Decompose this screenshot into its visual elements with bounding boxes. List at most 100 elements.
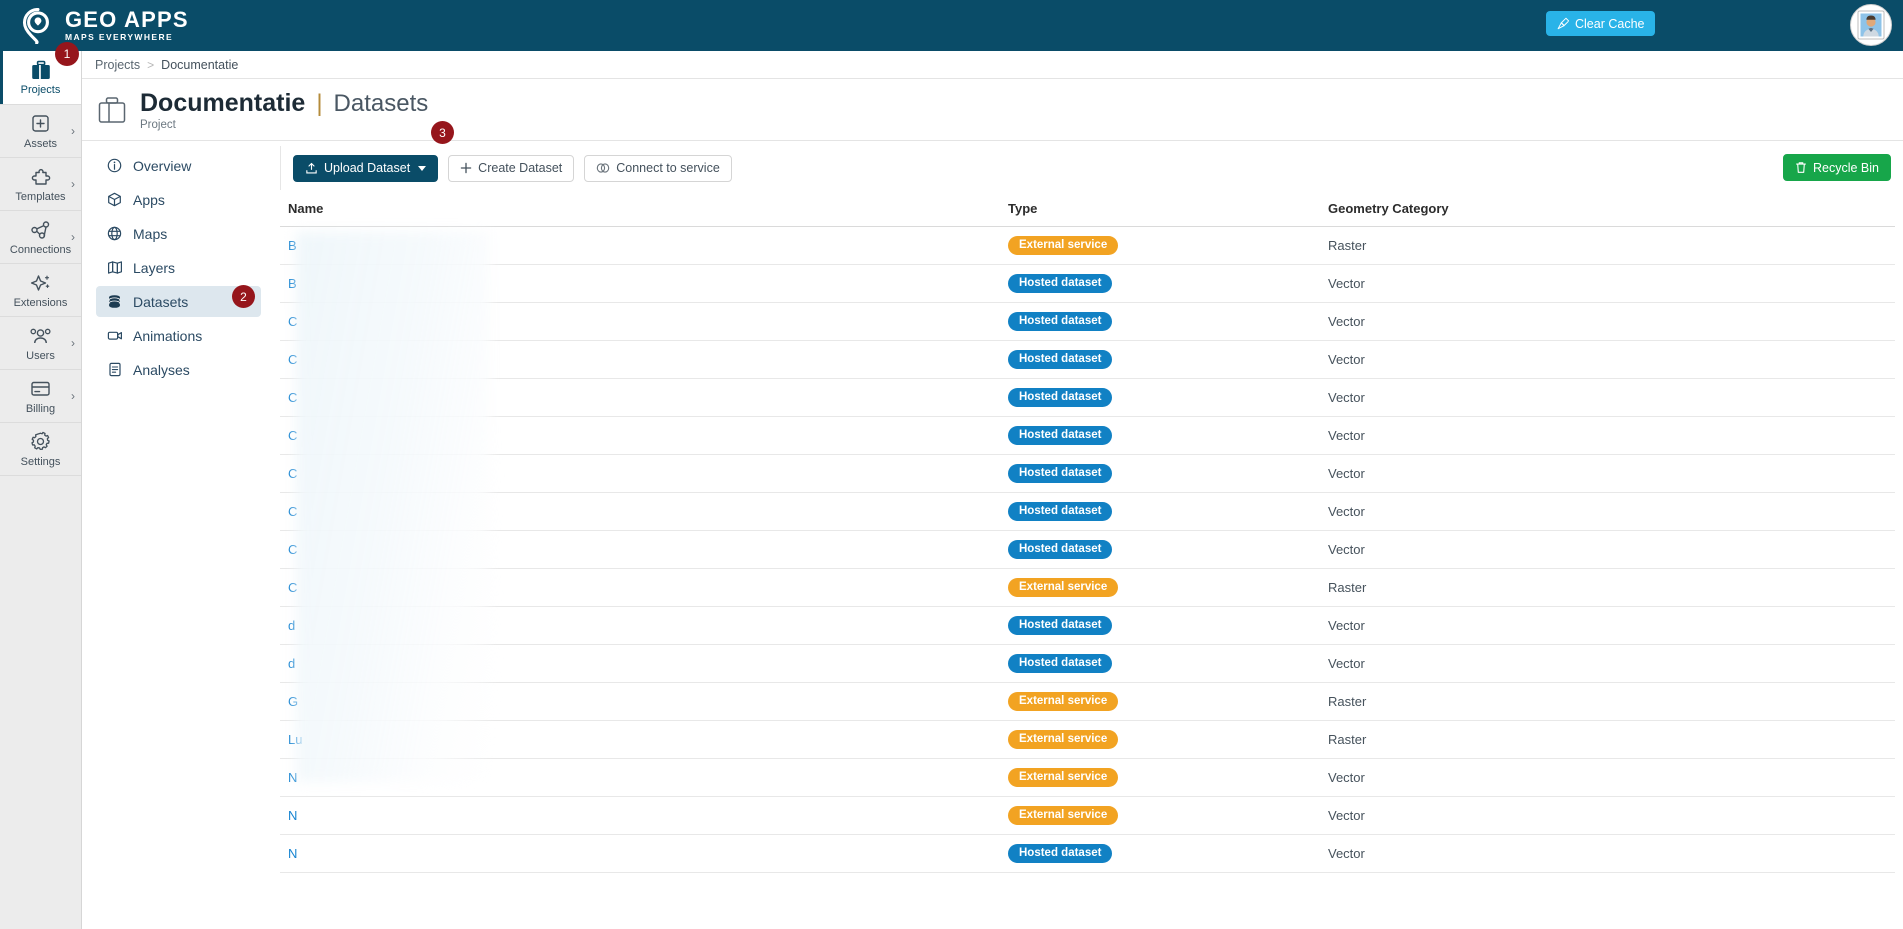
cell-type: Hosted dataset (1000, 264, 1320, 303)
breadcrumb-documentatie[interactable]: Documentatie (161, 58, 238, 72)
subnav-item-apps[interactable]: Apps (96, 184, 261, 215)
main-content: Upload Dataset Create Dataset Connect to… (272, 143, 1903, 929)
dataset-name-link[interactable]: C (288, 580, 297, 595)
dataset-name-link[interactable]: N (288, 770, 297, 785)
table-row[interactable]: C Hosted dataset Vector (280, 302, 1895, 341)
table-body: B External service Raster B Hosted dataset Ve… (280, 226, 1895, 873)
cell-name[interactable]: C (280, 492, 1000, 531)
brand-title: GEO APPS (65, 7, 189, 33)
column-header-name[interactable]: Name (280, 193, 1000, 227)
cell-name[interactable]: G (280, 682, 1000, 721)
dataset-name-link[interactable]: C (288, 314, 297, 329)
create-dataset-button[interactable]: Create Dataset (448, 154, 575, 182)
table-row[interactable]: N External service Vector (280, 796, 1895, 835)
table-row[interactable]: d Hosted dataset Vector (280, 644, 1895, 683)
upload-dataset-button[interactable]: Upload Dataset (293, 154, 439, 182)
dataset-name-link[interactable]: N (288, 846, 297, 861)
cell-type: Hosted dataset (1000, 492, 1320, 531)
cell-name[interactable]: d (280, 644, 1000, 683)
table-row[interactable]: C Hosted dataset Vector (280, 530, 1895, 569)
table-row[interactable]: G External service Raster (280, 682, 1895, 721)
cell-name[interactable]: C (280, 530, 1000, 569)
dataset-name-link[interactable]: G (288, 694, 298, 709)
table-row[interactable]: N Hosted dataset Vector (280, 834, 1895, 873)
cell-geometry-category: Vector (1320, 416, 1895, 455)
dataset-name-link[interactable]: C (288, 352, 297, 367)
table-row[interactable]: C Hosted dataset Vector (280, 454, 1895, 493)
breadcrumb-projects[interactable]: Projects (95, 58, 140, 72)
cell-geometry-category: Vector (1320, 796, 1895, 835)
cell-geometry-category: Vector (1320, 606, 1895, 645)
dataset-name-link[interactable]: C (288, 390, 297, 405)
broom-icon (1557, 17, 1570, 30)
brand-subtitle: MAPS EVERYWHERE (65, 32, 174, 43)
trash-icon (1796, 162, 1806, 173)
datasets-table-container[interactable]: Name Type Geometry Category B External se… (280, 193, 1895, 928)
table-row[interactable]: C Hosted dataset Vector (280, 340, 1895, 379)
status-badge: Hosted dataset (1008, 616, 1113, 635)
cell-name[interactable]: C (280, 416, 1000, 455)
table-row[interactable]: d Hosted dataset Vector (280, 606, 1895, 645)
sidebar-item-users[interactable]: Users › (0, 317, 81, 370)
dataset-name-link[interactable]: d (288, 656, 295, 671)
dataset-name-link[interactable]: C (288, 542, 297, 557)
brand-logo[interactable]: GEO APPS MAPS EVERYWHERE (22, 7, 189, 44)
cell-name[interactable]: C (280, 568, 1000, 607)
document-icon (105, 362, 124, 377)
table-row[interactable]: B External service Raster (280, 226, 1895, 265)
subnav-item-analyses[interactable]: Analyses (96, 354, 261, 385)
cell-name[interactable]: N (280, 796, 1000, 835)
table-row[interactable]: N External service Vector (280, 758, 1895, 797)
avatar[interactable] (1850, 4, 1892, 46)
recycle-bin-button[interactable]: Recycle Bin (1783, 154, 1891, 181)
dataset-name-link[interactable]: B (288, 238, 297, 253)
cell-name[interactable]: C (280, 340, 1000, 379)
dataset-name-link[interactable]: C (288, 504, 297, 519)
sidebar-item-connections[interactable]: Connections › (0, 211, 81, 264)
cell-type: Hosted dataset (1000, 340, 1320, 379)
dataset-name-link[interactable]: Lu (288, 732, 302, 747)
cell-name[interactable]: B (280, 264, 1000, 303)
chevron-down-icon (418, 165, 427, 171)
subnav-item-overview[interactable]: Overview (96, 150, 261, 181)
sidebar-item-assets[interactable]: Assets › (0, 105, 81, 158)
cell-type: Hosted dataset (1000, 834, 1320, 873)
table-row[interactable]: B Hosted dataset Vector (280, 264, 1895, 303)
table-row[interactable]: Lu External service Raster (280, 720, 1895, 759)
cell-name[interactable]: d (280, 606, 1000, 645)
column-header-type[interactable]: Type (1000, 193, 1320, 227)
column-header-geometry[interactable]: Geometry Category (1320, 193, 1895, 227)
subnav-item-animations[interactable]: Animations (96, 320, 261, 351)
clear-cache-button[interactable]: Clear Cache (1546, 11, 1656, 36)
subnav-item-maps[interactable]: Maps (96, 218, 261, 249)
dataset-name-link[interactable]: C (288, 466, 297, 481)
sidebar-item-settings[interactable]: Settings (0, 423, 81, 476)
dataset-name-link[interactable]: B (288, 276, 297, 291)
chevron-right-icon: › (71, 230, 75, 244)
cell-name[interactable]: C (280, 378, 1000, 417)
cell-name[interactable]: N (280, 834, 1000, 873)
status-badge: Hosted dataset (1008, 274, 1113, 293)
cell-name[interactable]: C (280, 454, 1000, 493)
table-row[interactable]: C Hosted dataset Vector (280, 416, 1895, 455)
cell-name[interactable]: B (280, 226, 1000, 265)
table-row[interactable]: C Hosted dataset Vector (280, 378, 1895, 417)
status-badge: Hosted dataset (1008, 350, 1113, 369)
sidebar-item-billing[interactable]: Billing › (0, 370, 81, 423)
cell-geometry-category: Raster (1320, 720, 1895, 759)
dataset-name-link[interactable]: C (288, 428, 297, 443)
briefcase-icon (30, 59, 52, 81)
subnav-item-layers[interactable]: Layers (96, 252, 261, 283)
dataset-name-link[interactable]: d (288, 618, 295, 633)
page-title-block: Documentatie | Datasets Project (140, 89, 428, 131)
table-row[interactable]: C Hosted dataset Vector (280, 492, 1895, 531)
cell-name[interactable]: Lu (280, 720, 1000, 759)
datasets-table: Name Type Geometry Category B External se… (280, 193, 1895, 873)
dataset-name-link[interactable]: N (288, 808, 297, 823)
sidebar-item-extensions[interactable]: Extensions (0, 264, 81, 317)
cell-name[interactable]: N (280, 758, 1000, 797)
table-row[interactable]: C External service Raster (280, 568, 1895, 607)
connect-to-service-button[interactable]: Connect to service (584, 154, 732, 182)
cell-name[interactable]: C (280, 302, 1000, 341)
sidebar-item-templates[interactable]: Templates › (0, 158, 81, 211)
